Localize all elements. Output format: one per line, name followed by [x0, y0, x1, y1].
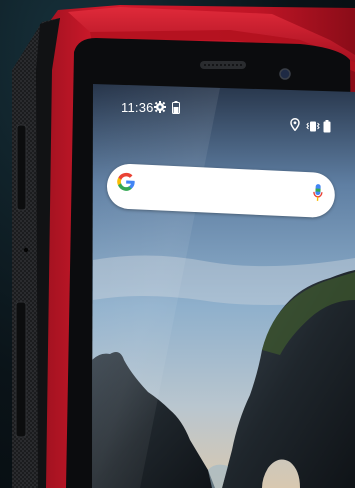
- earpiece-grille: [200, 61, 246, 69]
- phone-photo: [12, 5, 355, 488]
- power-button: [15, 301, 27, 438]
- side-hole: [23, 247, 29, 253]
- volume-button: [16, 124, 27, 211]
- wallpaper: [92, 84, 355, 488]
- front-camera: [279, 68, 291, 80]
